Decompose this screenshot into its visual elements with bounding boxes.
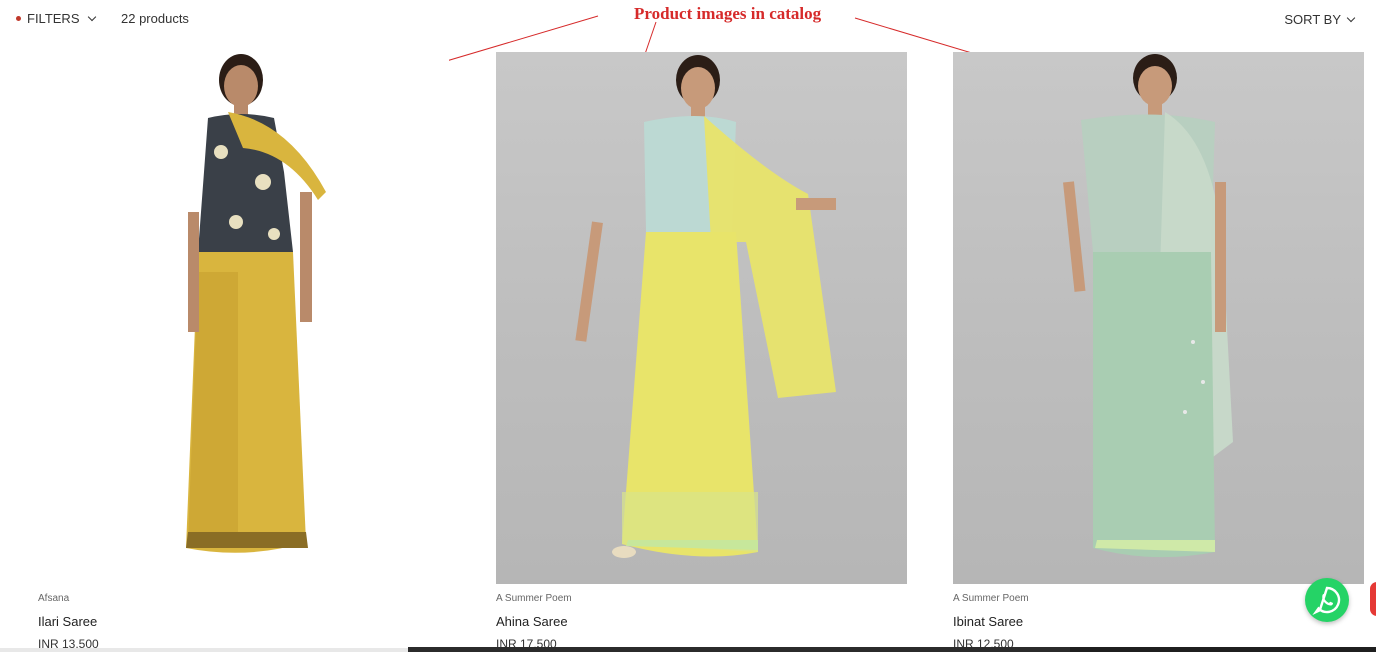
- annotation-label: Product images in catalog: [634, 4, 822, 23]
- product-name[interactable]: Ilari Saree: [38, 614, 97, 629]
- product-brand: A Summer Poem: [953, 593, 1029, 604]
- product-name[interactable]: Ibinat Saree: [953, 614, 1023, 629]
- filter-active-dot-icon: [16, 16, 21, 21]
- product-image[interactable]: [38, 52, 449, 584]
- side-tab[interactable]: [1370, 582, 1376, 616]
- product-card[interactable]: A Summer Poem Ibinat Saree INR 12,500: [953, 52, 1364, 651]
- product-image[interactable]: [953, 52, 1364, 584]
- whatsapp-chat-button[interactable]: [1305, 578, 1349, 622]
- product-image[interactable]: [496, 52, 907, 584]
- product-card[interactable]: A Summer Poem Ahina Saree INR 17,500: [496, 52, 907, 651]
- product-brand: A Summer Poem: [496, 593, 572, 604]
- chevron-down-icon: [1346, 13, 1356, 22]
- filters-button[interactable]: FILTERS: [16, 11, 96, 26]
- whatsapp-icon: [1312, 586, 1341, 615]
- bottom-divider: [0, 648, 408, 652]
- sort-by-label: SORT BY: [1284, 12, 1341, 27]
- product-brand: Afsana: [38, 593, 70, 604]
- sort-by-button[interactable]: SORT BY: [1284, 12, 1356, 27]
- bottom-bar-segment: [1070, 647, 1376, 652]
- product-count: 22 products: [121, 11, 189, 26]
- filters-label: FILTERS: [27, 11, 80, 26]
- bottom-bar: [408, 647, 1376, 652]
- product-name[interactable]: Ahina Saree: [496, 614, 568, 629]
- product-card[interactable]: Afsana Ilari Saree INR 13,500: [38, 52, 449, 651]
- chevron-down-icon: [87, 12, 96, 21]
